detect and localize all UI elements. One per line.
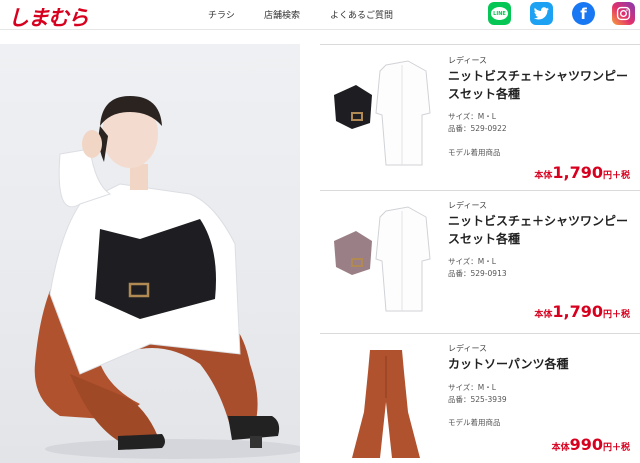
facebook-icon[interactable]: f bbox=[572, 2, 595, 25]
model-photo bbox=[0, 44, 300, 463]
product-image-bustier-shirt-dress[interactable] bbox=[326, 199, 444, 319]
model-worn-note: モデル着用商品 bbox=[448, 418, 501, 427]
twitter-bird-glyph bbox=[534, 7, 549, 20]
product-name[interactable]: カットソーパンツ各種 bbox=[448, 355, 636, 373]
product-name[interactable]: ニットビスチェ＋シャツワンピースセット各種 bbox=[448, 67, 636, 103]
product-image-bustier-shirt-dress[interactable] bbox=[326, 53, 444, 173]
instagram-icon[interactable] bbox=[612, 2, 635, 25]
price-suffix: 円＋税 bbox=[602, 310, 630, 320]
product-card[interactable]: レディース カットソーパンツ各種 サイズ：M・L 品番：525-3939 モデル… bbox=[320, 334, 640, 463]
nav-link-faq[interactable]: よくあるご質問 bbox=[330, 8, 393, 21]
product-price: 本体1,790円＋税 bbox=[534, 163, 630, 182]
brand-logo[interactable]: しまむら bbox=[8, 2, 89, 32]
price-suffix: 円＋税 bbox=[602, 443, 630, 453]
price-amount: 1,790 bbox=[552, 163, 603, 182]
price-prefix: 本体 bbox=[534, 310, 553, 320]
product-size: サイズ：M・L bbox=[448, 257, 496, 266]
product-size: サイズ：M・L bbox=[448, 112, 496, 121]
product-code: 品番：525-3939 bbox=[448, 395, 507, 404]
nav-link-flyer[interactable]: チラシ bbox=[208, 8, 235, 21]
product-price: 本体990円＋税 bbox=[552, 435, 630, 454]
product-image-flare-pants[interactable] bbox=[326, 342, 444, 462]
product-category: レディース bbox=[448, 344, 488, 353]
model-illustration bbox=[34, 96, 300, 459]
twitter-icon[interactable] bbox=[530, 2, 553, 25]
product-category: レディース bbox=[448, 56, 488, 65]
price-prefix: 本体 bbox=[534, 171, 553, 181]
price-suffix: 円＋税 bbox=[602, 171, 630, 181]
nav-link-store-search[interactable]: 店舗検索 bbox=[264, 8, 300, 21]
price-amount: 990 bbox=[569, 435, 603, 454]
product-price: 本体1,790円＋税 bbox=[534, 302, 630, 321]
price-prefix: 本体 bbox=[551, 443, 570, 453]
product-name[interactable]: ニットビスチェ＋シャツワンピースセット各種 bbox=[448, 212, 636, 248]
product-size: サイズ：M・L bbox=[448, 383, 496, 392]
price-amount: 1,790 bbox=[552, 302, 603, 321]
line-icon[interactable]: LINE bbox=[488, 2, 511, 25]
product-code: 品番：529-0913 bbox=[448, 269, 507, 278]
product-card[interactable]: レディース ニットビスチェ＋シャツワンピースセット各種 サイズ：M・L 品番：5… bbox=[320, 45, 640, 191]
site-header: しまむら チラシ 店舗検索 よくあるご質問 LINE f bbox=[0, 0, 640, 30]
instagram-camera-glyph bbox=[616, 6, 631, 21]
line-bubble: LINE bbox=[491, 7, 508, 20]
product-category: レディース bbox=[448, 201, 488, 210]
product-code: 品番：529-0922 bbox=[448, 124, 507, 133]
model-worn-note: モデル着用商品 bbox=[448, 148, 501, 157]
product-card[interactable]: レディース ニットビスチェ＋シャツワンピースセット各種 サイズ：M・L 品番：5… bbox=[320, 191, 640, 334]
